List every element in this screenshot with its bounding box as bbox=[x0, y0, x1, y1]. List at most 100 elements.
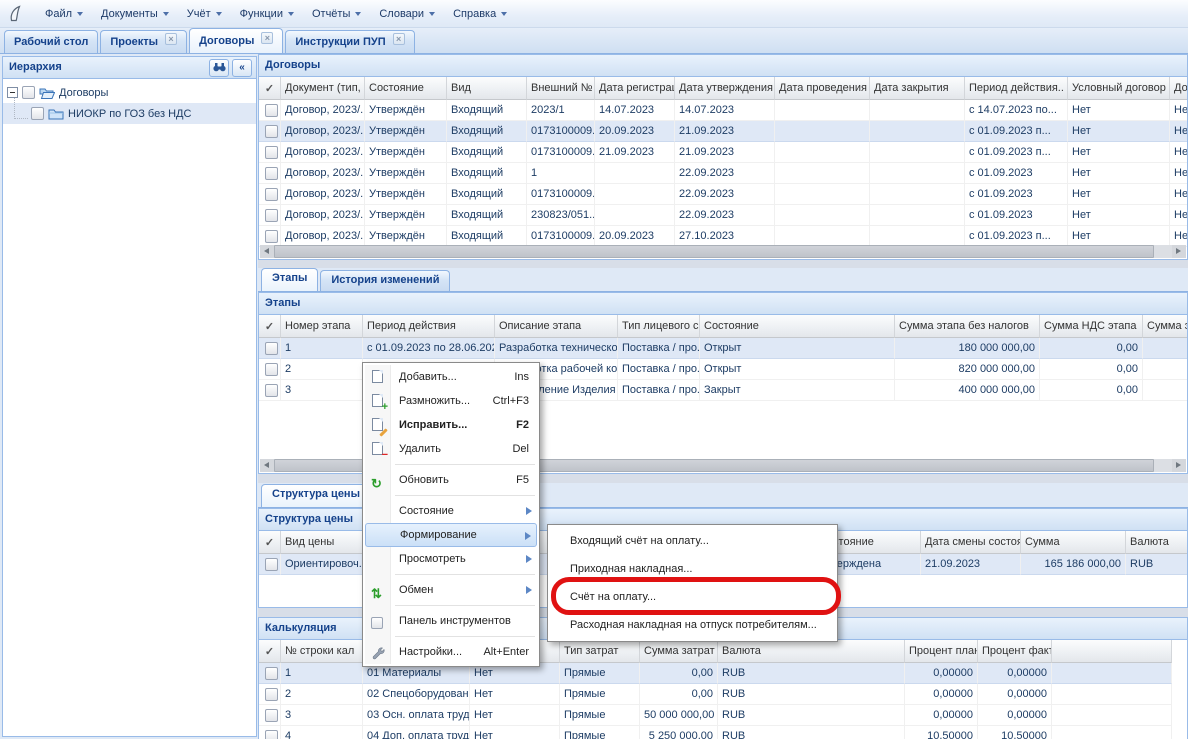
column-header[interactable]: Процент факт bbox=[978, 640, 1052, 663]
column-header[interactable]: Внешний № bbox=[527, 77, 595, 100]
table-row[interactable]: Договор, 2023/...УтверждёнВходящий230823… bbox=[259, 205, 1187, 226]
column-header[interactable]: Условный договор bbox=[1068, 77, 1170, 100]
column-header[interactable]: Дата проведения bbox=[775, 77, 870, 100]
column-header[interactable]: Сумма эта bbox=[1143, 315, 1187, 338]
row-checkbox[interactable] bbox=[265, 125, 278, 138]
column-header[interactable]: № строки кал bbox=[281, 640, 363, 663]
context-menu-item[interactable]: Просмотреть bbox=[365, 547, 537, 571]
select-all-header[interactable]: ✓ bbox=[259, 640, 281, 663]
tree-node[interactable]: НИОКР по ГОЗ без НДС bbox=[3, 103, 256, 124]
column-header[interactable]: Сумма bbox=[1021, 531, 1126, 554]
column-header[interactable]: Валюта bbox=[1126, 531, 1187, 554]
close-icon[interactable]: × bbox=[393, 33, 405, 45]
column-header[interactable]: Дата закрытия bbox=[870, 77, 965, 100]
scroll-right-arrow[interactable] bbox=[1172, 459, 1186, 472]
table-row[interactable]: Договор, 2023/...УтверждёнВходящий017310… bbox=[259, 184, 1187, 205]
column-header[interactable]: Дата регистрации. bbox=[595, 77, 675, 100]
submenu-item[interactable]: Приходная накладная... bbox=[550, 555, 835, 583]
table-row[interactable]: 1с 01.09.2023 по 28.06.2024Разработка те… bbox=[259, 338, 1187, 359]
tab-price-structure[interactable]: Структура цены bbox=[261, 484, 371, 507]
context-menu-item[interactable]: ↻F5Обновить bbox=[365, 468, 537, 492]
row-checkbox[interactable] bbox=[265, 363, 278, 376]
column-header[interactable]: Состояние bbox=[365, 77, 447, 100]
menu-учёт[interactable]: Учёт bbox=[178, 4, 231, 24]
tab-change-history[interactable]: История изменений bbox=[320, 270, 450, 291]
node-checkbox[interactable] bbox=[31, 107, 44, 120]
menu-файл[interactable]: Файл bbox=[36, 4, 92, 24]
column-header[interactable]: Период действия.. bbox=[965, 77, 1068, 100]
column-header[interactable]: Состояние bbox=[700, 315, 895, 338]
column-header[interactable]: Документ (тип, № bbox=[281, 77, 365, 100]
table-row[interactable]: Договор, 2023/...УтверждёнВходящий017310… bbox=[259, 142, 1187, 163]
column-header[interactable]: Дата утверждения bbox=[675, 77, 775, 100]
column-header[interactable]: Сумма этапа без налогов bbox=[895, 315, 1040, 338]
scroll-thumb[interactable] bbox=[274, 245, 1154, 258]
row-checkbox[interactable] bbox=[265, 709, 278, 722]
scroll-left-arrow[interactable] bbox=[260, 245, 274, 258]
row-checkbox[interactable] bbox=[265, 209, 278, 222]
menu-справка[interactable]: Справка bbox=[444, 4, 516, 24]
tab-инструкции-пуп[interactable]: Инструкции ПУП× bbox=[285, 30, 414, 53]
column-header[interactable]: Процент план bbox=[905, 640, 978, 663]
context-menu-item[interactable]: F2Исправить... bbox=[365, 413, 537, 437]
context-menu-item[interactable]: Alt+EnterНастройки... bbox=[365, 640, 537, 664]
context-menu-item[interactable]: ⇅Обмен bbox=[365, 578, 537, 602]
scroll-left-arrow[interactable] bbox=[260, 459, 274, 472]
tree-expander-icon[interactable] bbox=[7, 87, 18, 98]
table-row[interactable]: Договор, 2023/...УтверждёнВходящий017310… bbox=[259, 226, 1187, 247]
column-header[interactable]: До bbox=[1170, 77, 1187, 100]
tree-node[interactable]: Договоры bbox=[3, 82, 256, 103]
table-row[interactable]: 303 Осн. оплата трудаНетПрямые50 000 000… bbox=[259, 705, 1172, 726]
tab-договоры[interactable]: Договоры× bbox=[189, 28, 283, 53]
row-checkbox[interactable] bbox=[265, 688, 278, 701]
column-header[interactable]: Сумма затрат bbox=[640, 640, 718, 663]
submenu-item[interactable]: Счёт на оплату... bbox=[550, 583, 835, 611]
column-header[interactable]: Номер этапа bbox=[281, 315, 363, 338]
row-checkbox[interactable] bbox=[265, 104, 278, 117]
row-checkbox[interactable] bbox=[265, 167, 278, 180]
row-checkbox[interactable] bbox=[265, 188, 278, 201]
find-button[interactable] bbox=[209, 59, 229, 77]
column-header[interactable] bbox=[1052, 640, 1172, 663]
tab-проекты[interactable]: Проекты× bbox=[100, 30, 187, 53]
splitter[interactable] bbox=[258, 260, 1188, 268]
context-menu-item[interactable]: Панель инструментов bbox=[365, 609, 537, 633]
close-icon[interactable]: × bbox=[165, 33, 177, 45]
column-header[interactable]: Вид bbox=[447, 77, 527, 100]
context-menu-item[interactable]: +Ctrl+F3Размножить... bbox=[365, 389, 537, 413]
column-header[interactable]: Тип лицевого счёт bbox=[618, 315, 700, 338]
row-checkbox[interactable] bbox=[265, 146, 278, 159]
row-checkbox[interactable] bbox=[265, 667, 278, 680]
select-all-header[interactable]: ✓ bbox=[259, 531, 281, 554]
column-header[interactable]: Сумма НДС этапа bbox=[1040, 315, 1143, 338]
context-menu-item[interactable]: −DelУдалить bbox=[365, 437, 537, 461]
row-checkbox[interactable] bbox=[265, 384, 278, 397]
submenu-item[interactable]: Входящий счёт на оплату... bbox=[550, 527, 835, 555]
context-menu-item[interactable]: InsДобавить... bbox=[365, 365, 537, 389]
row-checkbox[interactable] bbox=[265, 558, 278, 571]
menu-документы[interactable]: Документы bbox=[92, 4, 178, 24]
table-row[interactable]: 202 СпецоборудованиеНетПрямые0,00RUB0,00… bbox=[259, 684, 1172, 705]
row-checkbox[interactable] bbox=[265, 730, 278, 739]
row-checkbox[interactable] bbox=[265, 342, 278, 355]
tab-рабочий-стол[interactable]: Рабочий стол bbox=[4, 30, 98, 53]
menu-отчёты[interactable]: Отчёты bbox=[303, 4, 370, 24]
table-row[interactable]: Договор, 2023/...УтверждёнВходящий017310… bbox=[259, 121, 1187, 142]
column-header[interactable]: Тип затрат bbox=[560, 640, 640, 663]
context-menu-item[interactable]: Формирование bbox=[365, 523, 537, 547]
column-header[interactable]: Валюта bbox=[718, 640, 905, 663]
menu-словари[interactable]: Словари bbox=[370, 4, 444, 24]
contracts-hscrollbar[interactable] bbox=[260, 245, 1186, 258]
column-header[interactable]: Описание этапа bbox=[495, 315, 618, 338]
table-row[interactable]: 404 Доп. оплата трудаНетПрямые5 250 000,… bbox=[259, 726, 1172, 739]
collapse-panel-button[interactable]: « bbox=[232, 59, 252, 77]
select-all-header[interactable]: ✓ bbox=[259, 77, 281, 100]
table-row[interactable]: Договор, 2023/...УтверждёнВходящий122.09… bbox=[259, 163, 1187, 184]
table-row[interactable]: Договор, 2023/...УтверждёнВходящий2023/1… bbox=[259, 100, 1187, 121]
close-icon[interactable]: × bbox=[261, 32, 273, 44]
column-header[interactable]: Дата смены состоя bbox=[921, 531, 1021, 554]
submenu-item[interactable]: Расходная накладная на отпуск потребител… bbox=[550, 611, 835, 639]
context-menu-item[interactable]: Состояние bbox=[365, 499, 537, 523]
row-checkbox[interactable] bbox=[265, 230, 278, 243]
tab-stages[interactable]: Этапы bbox=[261, 268, 318, 291]
